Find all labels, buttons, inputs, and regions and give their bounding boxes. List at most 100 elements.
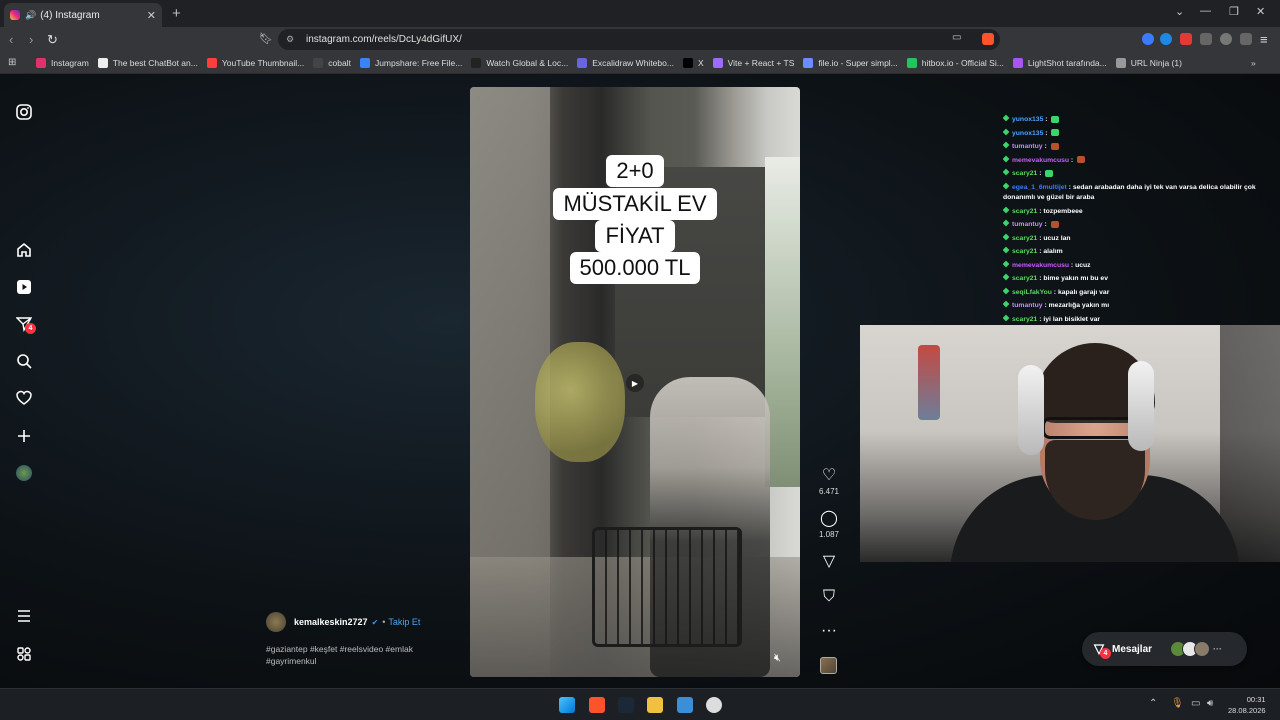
direct-messages-icon[interactable]: 4 xyxy=(14,314,36,334)
bookmark-item[interactable]: Watch Global & Loc... xyxy=(471,57,568,68)
menu-icon[interactable]: ≡ xyxy=(1260,32,1268,47)
caption-line-1: 2+0 xyxy=(470,155,800,187)
bookmark-item[interactable]: Vite + React + TS xyxy=(712,57,794,68)
app-taskbar-icon[interactable] xyxy=(677,697,693,713)
back-icon[interactable]: ‹ xyxy=(9,32,13,47)
forward-icon[interactable]: › xyxy=(29,32,33,47)
bookmark-item[interactable]: Instagram xyxy=(36,57,89,68)
brave-shields-icon[interactable] xyxy=(982,33,994,45)
reels-icon[interactable] xyxy=(14,277,34,297)
file-explorer-icon[interactable] xyxy=(647,697,663,713)
bookmark-label: Jumpshare: Free File... xyxy=(374,57,463,68)
extension-red-icon[interactable] xyxy=(1180,33,1192,45)
bookmark-item[interactable]: LightShot tarafında... xyxy=(1012,57,1107,68)
download-icon[interactable] xyxy=(1220,33,1232,45)
tab-instagram[interactable]: 🔊 (4) Instagram ✕ xyxy=(4,3,162,27)
more-bookmarks-icon[interactable]: » xyxy=(1251,58,1256,68)
bookmark-favicon-icon xyxy=(97,57,108,68)
microphone-icon[interactable]: 🎙︎ xyxy=(1171,698,1184,709)
caption-line-2: MÜSTAKİL EV xyxy=(470,188,800,220)
gaming-chair xyxy=(1220,325,1280,562)
chat-badge-icon xyxy=(1003,246,1010,254)
bookmark-favicon-icon xyxy=(313,57,324,68)
bookmark-page-icon[interactable]: 🔖︎ xyxy=(259,32,273,45)
apps-grid-icon[interactable]: ⊞ xyxy=(8,57,22,68)
address-bar[interactable]: ⚙ instagram.com/reels/DcLy4dGifUX/ xyxy=(278,29,1000,50)
author-username[interactable]: kemalkeskin2727 xyxy=(294,617,368,627)
bookmark-favicon-icon xyxy=(712,57,723,68)
site-info-icon[interactable]: ⚙ xyxy=(286,34,298,45)
bookmark-item[interactable]: cobalt xyxy=(313,57,351,68)
chat-message: scary21 : ucuz lan xyxy=(1003,232,1273,246)
caption-line-4: 500.000 TL xyxy=(470,252,800,284)
steam-taskbar-icon[interactable] xyxy=(618,697,634,713)
home-icon[interactable] xyxy=(14,240,34,260)
author-avatar[interactable] xyxy=(266,612,286,632)
messages-pill[interactable]: ▽ 4 Mesajlar ··· xyxy=(1082,632,1247,666)
chat-message: scary21 : iyi lan bisiklet var xyxy=(1003,313,1273,327)
bookmark-favicon-icon xyxy=(359,57,370,68)
heart-icon[interactable] xyxy=(14,388,34,408)
tab-search-icon[interactable]: ⌄ xyxy=(1175,5,1184,18)
like-button[interactable]: ♡ 6.471 xyxy=(812,467,846,496)
reel-video[interactable]: 2+0 MÜSTAKİL EV FİYAT 500.000 TL ▶ 🔇︎ xyxy=(470,87,800,677)
save-button[interactable]: ⛉ xyxy=(812,588,846,606)
maximize-button[interactable]: ❐ xyxy=(1229,5,1239,18)
chat-emote-icon xyxy=(1077,156,1086,164)
search-icon[interactable] xyxy=(14,351,34,371)
chat-text: mezarlığa yakın mı xyxy=(1048,302,1110,309)
extension-blue-icon[interactable] xyxy=(1160,33,1172,45)
system-clock[interactable]: 00:31 28.08.2026 xyxy=(1228,694,1266,716)
chat-badge-icon xyxy=(1003,273,1010,281)
start-windows-icon[interactable] xyxy=(559,697,575,713)
chat-text: iyi lan bisiklet var xyxy=(1043,315,1101,323)
brave-taskbar-icon[interactable] xyxy=(589,697,605,713)
instagram-logo-icon[interactable] xyxy=(14,102,34,122)
bookmark-item[interactable]: URL Ninja (1) xyxy=(1115,57,1182,68)
extension-translate-icon[interactable] xyxy=(1142,33,1154,45)
play-icon[interactable]: ▶ xyxy=(626,374,644,392)
bookmark-item[interactable]: hitbox.io - Official Si... xyxy=(906,57,1004,68)
bookmark-item[interactable]: X xyxy=(682,57,704,68)
tray-overflow-icon[interactable]: ⌃ xyxy=(1149,698,1157,709)
more-options-button[interactable]: ··· xyxy=(812,622,846,640)
minimize-button[interactable]: — xyxy=(1200,5,1211,17)
follow-button[interactable]: Takip Et xyxy=(388,617,420,627)
new-tab-button[interactable]: + xyxy=(172,5,181,22)
bookmark-favicon-icon xyxy=(36,57,46,68)
reload-icon[interactable]: ↻ xyxy=(47,32,58,48)
chat-username: scary21 xyxy=(1012,170,1038,177)
mute-icon[interactable]: 🔇︎ xyxy=(774,652,781,665)
vpn-shield-icon[interactable] xyxy=(1240,33,1252,45)
close-window-button[interactable]: ✕ xyxy=(1256,5,1265,18)
chat-message: tumantuy : xyxy=(1003,140,1273,154)
extensions-puzzle-icon[interactable] xyxy=(1200,33,1212,45)
bookmark-item[interactable]: Excalidraw Whitebo... xyxy=(577,57,674,68)
url-text: instagram.com/reels/DcLy4dGifUX/ xyxy=(306,34,462,45)
obs-taskbar-icon[interactable] xyxy=(706,697,722,713)
also-from-meta-icon[interactable] xyxy=(14,644,34,664)
bookmark-item[interactable]: YouTube Thumbnail... xyxy=(206,57,304,68)
network-icon[interactable]: ▭ xyxy=(1191,698,1200,709)
chat-message: scary21 : tozpembeee xyxy=(1003,205,1273,219)
speaker-icon[interactable]: 🔊 xyxy=(25,10,36,21)
create-icon[interactable] xyxy=(14,426,34,446)
more-menu-icon[interactable] xyxy=(14,606,34,626)
bookmark-item[interactable]: The best ChatBot an... xyxy=(97,57,198,68)
tab-close-icon[interactable]: ✕ xyxy=(147,9,156,22)
original-audio-thumbnail[interactable] xyxy=(820,657,837,674)
comment-count: 1.087 xyxy=(818,530,840,539)
bookmark-label: Excalidraw Whitebo... xyxy=(592,57,674,68)
chat-message: yunox135 : xyxy=(1003,127,1273,141)
chat-message: yunox135 : xyxy=(1003,113,1273,127)
chat-badge-icon xyxy=(1003,219,1010,227)
bookmark-favicon-icon xyxy=(682,57,693,68)
bookmark-item[interactable]: file.io - Super simpl... xyxy=(803,57,898,68)
profile-avatar[interactable] xyxy=(14,463,34,483)
bookmark-item[interactable]: Jumpshare: Free File... xyxy=(359,57,463,68)
volume-icon[interactable]: 🔊︎ xyxy=(1207,698,1213,709)
cast-icon[interactable]: ▭ xyxy=(952,32,961,43)
comment-button[interactable]: ◯ 1.087 xyxy=(812,510,846,539)
instagram-sidebar: 4 xyxy=(0,74,48,688)
share-button[interactable]: ▽ xyxy=(812,553,846,571)
